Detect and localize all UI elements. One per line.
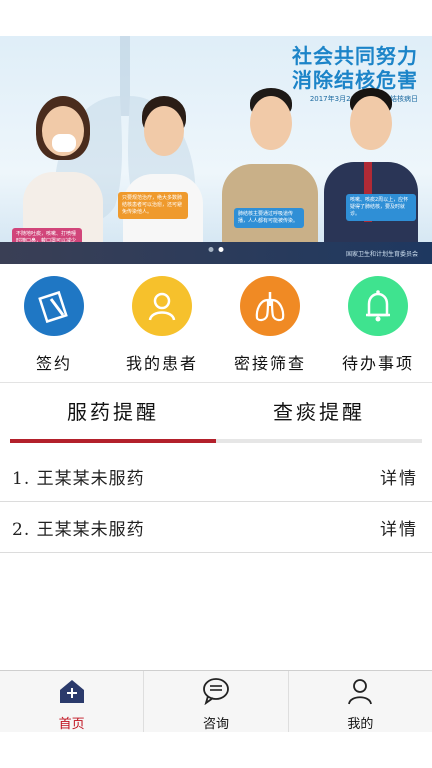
nav-home[interactable]: 首页 — [0, 671, 145, 733]
promo-banner[interactable]: 社会共同努力 消除结核危害 2017年3月24日世界防治结核病日 不随地吐痰，咳… — [0, 36, 432, 264]
action-contact-screening[interactable]: 密接筛查 — [220, 264, 320, 374]
list-item-title: 2. 王某某未服药 — [12, 519, 145, 540]
bell-icon — [348, 276, 408, 336]
active-tab-indicator — [10, 439, 216, 443]
quick-actions: 签约 我的患者 密接筛查 待办事项 — [0, 264, 432, 383]
list-item[interactable]: 1. 王某某未服药 详情 — [0, 451, 432, 502]
action-label: 签约 — [35, 354, 72, 373]
user-icon — [132, 276, 192, 336]
action-sign-contract[interactable]: 签约 — [4, 264, 104, 374]
reminder-list: 1. 王某某未服药 详情 2. 王某某未服药 详情 — [0, 451, 432, 553]
banner-bubble-2: 只要规范治疗，绝大多数肺结核患者可以治愈，还可避免传染他人。 — [118, 192, 188, 219]
tab-medication-reminder[interactable]: 服药提醒 — [10, 383, 216, 439]
tab-underline — [216, 439, 422, 443]
action-label: 待办事项 — [341, 354, 414, 373]
carousel-dot-2[interactable] — [218, 247, 224, 252]
detail-link[interactable]: 详情 — [380, 464, 418, 489]
banner-person-1 — [18, 92, 108, 242]
carousel-dot-1[interactable] — [208, 247, 214, 252]
home-indicator-area — [0, 732, 432, 768]
contract-icon — [24, 276, 84, 336]
nav-label: 首页 — [58, 717, 85, 732]
detail-link[interactable]: 详情 — [380, 515, 418, 540]
tab-sputum-reminder[interactable]: 查痰提醒 — [216, 383, 422, 439]
chat-icon — [203, 678, 229, 706]
list-item[interactable]: 2. 王某某未服药 详情 — [0, 502, 432, 553]
list-item-title: 1. 王某某未服药 — [12, 468, 145, 489]
action-my-patients[interactable]: 我的患者 — [112, 264, 212, 374]
banner-footnote: 国家卫生和计划生育委员会 — [345, 251, 418, 258]
status-bar-area — [0, 0, 432, 36]
action-todo[interactable]: 待办事项 — [328, 264, 428, 374]
lungs-icon — [240, 276, 300, 336]
nav-label: 我的 — [347, 717, 374, 732]
bottom-nav: 首页 咨询 我的 — [0, 670, 432, 733]
action-label: 密接筛查 — [233, 354, 306, 373]
action-label: 我的患者 — [125, 354, 198, 373]
nav-label: 咨询 — [202, 717, 229, 732]
banner-bubble-3: 肺结核主要通过呼吸道传播，人人都有可能被传染。 — [234, 208, 304, 228]
reminder-tabs: 服药提醒 查痰提醒 — [0, 383, 432, 443]
home-icon — [59, 680, 84, 703]
banner-bubble-4: 咳嗽、咳痰2周以上，应怀疑得了肺结核，要及时就诊。 — [346, 194, 416, 221]
banner-person-2 — [118, 92, 208, 242]
nav-profile[interactable]: 我的 — [289, 671, 432, 733]
profile-icon — [348, 679, 373, 705]
nav-consult[interactable]: 咨询 — [144, 671, 289, 733]
carousel-indicator[interactable] — [208, 247, 224, 252]
